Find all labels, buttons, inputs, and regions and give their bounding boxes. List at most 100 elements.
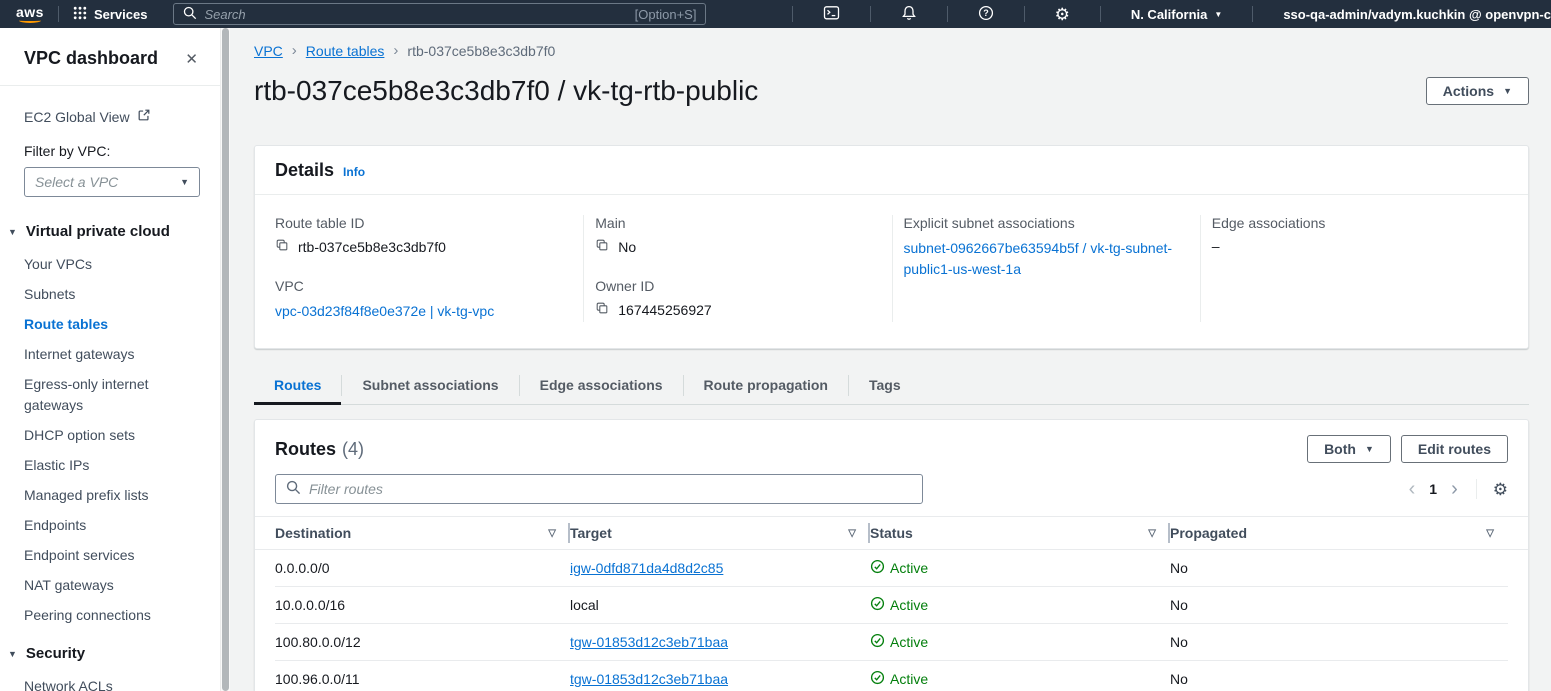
notifications-button[interactable]: [885, 5, 933, 24]
field-main: Main No: [595, 215, 873, 255]
divider: [792, 6, 793, 22]
sidebar-item-subnets[interactable]: Subnets: [24, 284, 200, 305]
search-input[interactable]: Search [Option+S]: [173, 3, 706, 25]
sidebar-item-elastic-ips[interactable]: Elastic IPs: [24, 455, 200, 476]
pagination: ‹ 1 › ⚙: [1409, 479, 1508, 499]
search-icon: [183, 6, 197, 23]
detail-tabs: Routes Subnet associations Edge associat…: [254, 367, 1529, 405]
field-label: VPC: [275, 278, 565, 294]
actions-button[interactable]: Actions ▼: [1426, 77, 1529, 105]
main-content: VPC › Route tables › rtb-037ce5b8e3c3db7…: [230, 28, 1551, 691]
divider: [1024, 6, 1025, 22]
table-row: 0.0.0.0/0 igw-0dfd871da4d8d2c85 Active N…: [255, 550, 1528, 587]
external-link-icon: [137, 108, 151, 125]
account-menu[interactable]: sso-qa-admin/vadym.kuchkin @ openvpn-c: [1267, 7, 1551, 22]
filter-triangle-icon[interactable]: ▽: [1486, 528, 1494, 539]
table-row: 10.0.0.0/16 local Active No: [255, 587, 1528, 624]
sidebar-item-your-vpcs[interactable]: Your VPCs: [24, 254, 200, 275]
divider: [1100, 6, 1101, 22]
sidebar-item-nat-gateways[interactable]: NAT gateways: [24, 575, 200, 596]
field-label: Route table ID: [275, 215, 565, 231]
target-link[interactable]: tgw-01853d12c3eb71baa: [570, 671, 728, 687]
search-shortcut-hint: [Option+S]: [635, 7, 697, 22]
status-check-icon: [870, 670, 885, 688]
section-collapse-icon: ▼: [8, 649, 17, 659]
field-label: Edge associations: [1212, 215, 1490, 231]
status-check-icon: [870, 559, 885, 577]
status-badge: Active: [890, 597, 928, 613]
aws-logo[interactable]: aws: [16, 5, 44, 23]
sidebar-section-virtual-private-cloud[interactable]: ▼ Virtual private cloud: [8, 223, 200, 240]
column-header-destination[interactable]: Destination ▽: [275, 517, 570, 549]
sidebar-item-endpoints[interactable]: Endpoints: [24, 515, 200, 536]
tab-routes[interactable]: Routes: [254, 367, 341, 404]
copy-icon[interactable]: [275, 238, 289, 255]
region-label: N. California: [1131, 7, 1208, 22]
tab-route-propagation[interactable]: Route propagation: [684, 367, 848, 404]
filter-triangle-icon[interactable]: ▽: [1148, 528, 1156, 539]
breadcrumb-route-tables[interactable]: Route tables: [306, 43, 385, 59]
search-placeholder: Search: [204, 7, 245, 22]
breadcrumb-vpc[interactable]: VPC: [254, 43, 283, 59]
chevron-right-icon: ›: [1451, 478, 1458, 500]
filter-triangle-icon[interactable]: ▽: [548, 528, 556, 539]
target-link[interactable]: tgw-01853d12c3eb71baa: [570, 634, 728, 650]
breadcrumb-separator-icon: ›: [292, 42, 297, 59]
subnet-association-link[interactable]: subnet-0962667be63594b5f / vk-tg-subnet-…: [904, 238, 1182, 280]
chevron-left-icon: ‹: [1409, 478, 1416, 500]
copy-icon[interactable]: [595, 301, 609, 318]
sidebar-item-network-acls[interactable]: Network ACLs: [24, 676, 200, 691]
status-badge: Active: [890, 671, 928, 687]
sidebar-item-egress-only-internet-gateways[interactable]: Egress-only internet gateways: [24, 374, 200, 416]
help-button[interactable]: ?: [962, 5, 1010, 24]
sidebar-item-peering-connections[interactable]: Peering connections: [24, 605, 200, 626]
tab-subnet-associations[interactable]: Subnet associations: [342, 367, 518, 404]
table-preferences-button[interactable]: ⚙: [1493, 481, 1508, 498]
tab-tags[interactable]: Tags: [849, 367, 921, 404]
sidebar-item-endpoint-services[interactable]: Endpoint services: [24, 545, 200, 566]
sidebar-close-button[interactable]: ✕: [185, 50, 198, 68]
search-icon: [286, 480, 301, 498]
vpc-link[interactable]: vpc-03d23f84f8e0e372e | vk-tg-vpc: [275, 301, 565, 322]
target-link[interactable]: igw-0dfd871da4d8d2c85: [570, 560, 723, 576]
both-filter-dropdown[interactable]: Both ▼: [1307, 435, 1391, 463]
filter-triangle-icon[interactable]: ▽: [848, 528, 856, 539]
field-value: –: [1212, 238, 1220, 254]
copy-icon[interactable]: [595, 238, 609, 255]
vpc-select-dropdown[interactable]: Select a VPC ▼: [24, 167, 200, 197]
sidebar-item-ec2-global-view[interactable]: EC2 Global View: [24, 108, 200, 125]
sidebar-scrollbar[interactable]: [220, 28, 230, 691]
routes-count: (4): [342, 439, 364, 460]
divider: [947, 6, 948, 22]
field-value: rtb-037ce5b8e3c3db7f0: [298, 239, 446, 255]
status-badge: Active: [890, 634, 928, 650]
field-label: Main: [595, 215, 873, 231]
table-header-row: Destination ▽ Target ▽ Status ▽ Propag: [255, 516, 1528, 550]
table-row: 100.96.0.0/11 tgw-01853d12c3eb71baa Acti…: [255, 661, 1528, 691]
status-check-icon: [870, 596, 885, 614]
settings-button[interactable]: ⚙: [1039, 6, 1086, 23]
column-header-target[interactable]: Target ▽: [570, 517, 870, 549]
scrollbar-thumb[interactable]: [222, 28, 229, 691]
column-header-propagated[interactable]: Propagated ▽: [1170, 517, 1508, 549]
next-page-button[interactable]: ›: [1451, 479, 1458, 499]
destination-value: 0.0.0.0/0: [275, 560, 330, 576]
target-value: local: [570, 597, 599, 613]
cloudshell-button[interactable]: [807, 5, 856, 24]
status-badge: Active: [890, 560, 928, 576]
notifications-bell-icon: [901, 5, 917, 24]
edit-routes-button[interactable]: Edit routes: [1401, 435, 1508, 463]
sidebar-item-route-tables[interactable]: Route tables: [24, 314, 200, 335]
tab-edge-associations[interactable]: Edge associations: [520, 367, 683, 404]
previous-page-button[interactable]: ‹: [1409, 479, 1416, 499]
sidebar-item-dhcp-option-sets[interactable]: DHCP option sets: [24, 425, 200, 446]
info-link[interactable]: Info: [343, 165, 365, 179]
account-label: sso-qa-admin/vadym.kuchkin @ openvpn-c: [1283, 7, 1551, 22]
services-menu-button[interactable]: Services: [73, 6, 148, 23]
sidebar-item-internet-gateways[interactable]: Internet gateways: [24, 344, 200, 365]
filter-routes-input[interactable]: Filter routes: [275, 474, 923, 504]
sidebar-section-security[interactable]: ▼ Security: [8, 645, 200, 662]
column-header-status[interactable]: Status ▽: [870, 517, 1170, 549]
sidebar-item-managed-prefix-lists[interactable]: Managed prefix lists: [24, 485, 200, 506]
region-selector[interactable]: N. California ▼: [1115, 7, 1239, 22]
